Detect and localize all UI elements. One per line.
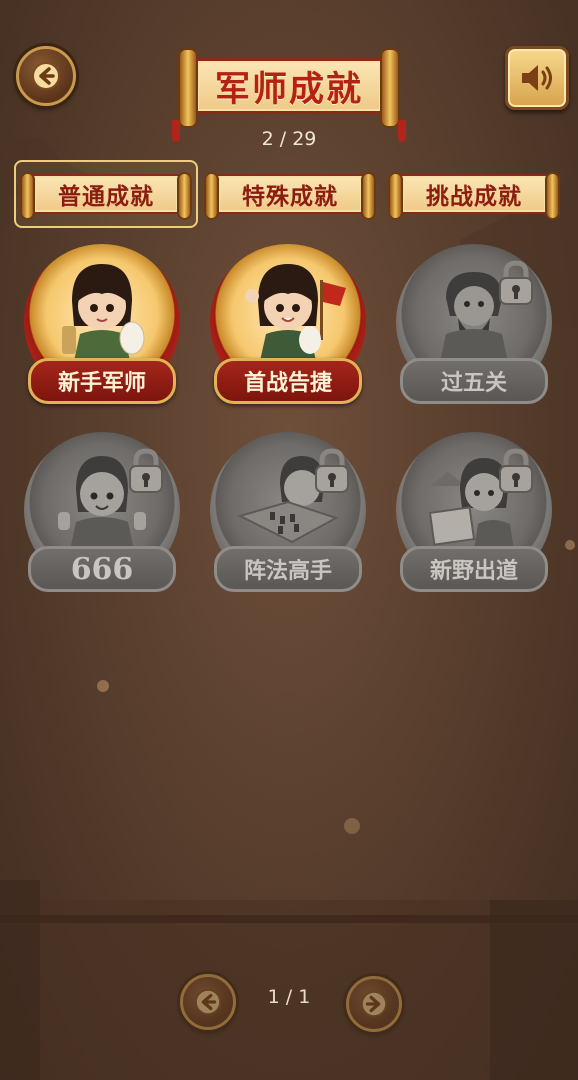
victory-portrait-icon (245, 264, 346, 361)
sound-button[interactable] (505, 46, 569, 110)
tab-special[interactable]: 特殊成就 (202, 168, 378, 220)
lock-icon (499, 260, 533, 305)
lock-icon (499, 448, 533, 493)
achievement-badge[interactable]: 首战告捷 (208, 244, 368, 409)
page-title: 军师成就 (214, 68, 363, 110)
tab-label: 特殊成就 (242, 183, 338, 210)
page-title-scroll: 军师成就 (172, 48, 406, 142)
arrow-left-icon (32, 62, 60, 90)
speaker-icon (522, 65, 552, 91)
badge-label: 阵法高手 (214, 546, 362, 592)
achievement-badge[interactable]: 阵法高手 (208, 432, 368, 597)
achievement-progress: 2 / 29 (261, 128, 317, 150)
badge-label: 新野出道 (400, 546, 548, 592)
tab-challenge[interactable]: 挑战成就 (386, 168, 562, 220)
badge-label: 过五关 (400, 358, 548, 404)
tab-label: 挑战成就 (426, 183, 522, 210)
achievement-badge[interactable]: 新野出道 (394, 432, 554, 597)
tab-normal[interactable]: 普通成就 (14, 160, 198, 228)
arrow-right-icon (360, 990, 388, 1018)
badge-label: 新手军师 (28, 358, 176, 404)
badge-label: 首战告捷 (214, 358, 362, 404)
page-indicator: 1 / 1 (267, 986, 311, 1008)
achievement-badge[interactable]: 过五关 (394, 244, 554, 409)
strategist-portrait-icon (62, 264, 145, 361)
achievement-badge[interactable]: 666 (22, 432, 182, 597)
tab-label: 普通成就 (58, 183, 154, 210)
achievement-badge[interactable]: 新手军师 (22, 244, 182, 409)
next-page-button[interactable] (346, 976, 402, 1032)
badge-label: 666 (28, 546, 176, 592)
lock-icon (129, 448, 163, 493)
lock-icon (315, 448, 349, 493)
back-button[interactable] (16, 46, 76, 106)
